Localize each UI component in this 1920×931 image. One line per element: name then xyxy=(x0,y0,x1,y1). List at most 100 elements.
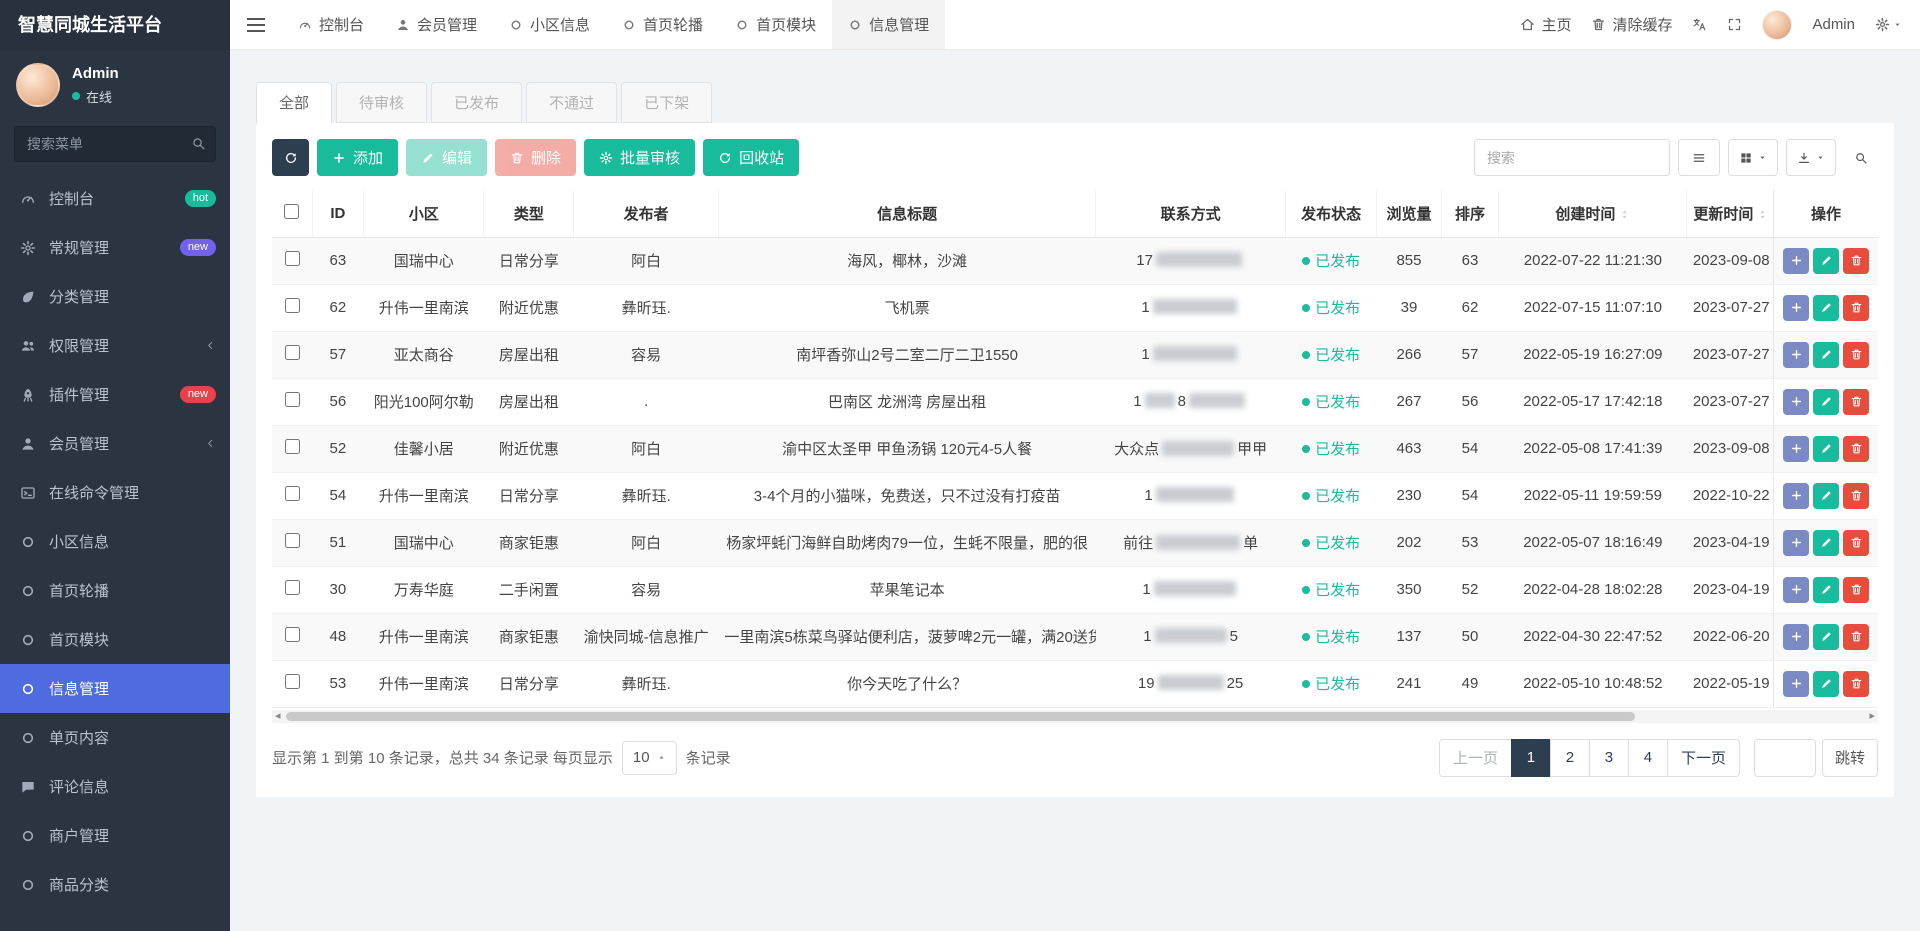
row-checkbox[interactable] xyxy=(285,533,300,548)
row-detail-button[interactable] xyxy=(1783,389,1809,415)
row-delete-button[interactable] xyxy=(1843,624,1869,650)
row-edit-button[interactable] xyxy=(1813,389,1839,415)
clear-cache-link[interactable]: 清除缓存 xyxy=(1591,14,1672,35)
filter-tab[interactable]: 已发布 xyxy=(431,82,522,123)
row-delete-button[interactable] xyxy=(1843,436,1869,462)
topnav-tab[interactable]: 首页轮播 xyxy=(606,0,719,49)
menu-toggle-button[interactable] xyxy=(230,0,282,50)
column-header[interactable]: 创建时间 xyxy=(1499,190,1687,237)
sidebar-item[interactable]: 控制台hot xyxy=(0,174,230,223)
page-number-button[interactable]: 4 xyxy=(1628,739,1668,777)
sidebar-item[interactable]: 常规管理new xyxy=(0,223,230,272)
row-edit-button[interactable] xyxy=(1813,483,1839,509)
filter-tab[interactable]: 不通过 xyxy=(526,82,617,123)
filter-tab[interactable]: 已下架 xyxy=(621,82,712,123)
row-delete-button[interactable] xyxy=(1843,248,1869,274)
sidebar-item[interactable]: 插件管理new xyxy=(0,370,230,419)
row-checkbox[interactable] xyxy=(285,392,300,407)
row-edit-button[interactable] xyxy=(1813,577,1839,603)
row-checkbox[interactable] xyxy=(285,580,300,595)
search-toggle-button[interactable] xyxy=(1844,139,1878,176)
row-edit-button[interactable] xyxy=(1813,671,1839,697)
jump-button[interactable]: 跳转 xyxy=(1822,739,1878,777)
navbar-avatar[interactable] xyxy=(1762,10,1792,40)
row-checkbox[interactable] xyxy=(285,439,300,454)
row-detail-button[interactable] xyxy=(1783,342,1809,368)
delete-button[interactable]: 删除 xyxy=(495,139,576,176)
add-button[interactable]: 添加 xyxy=(317,139,398,176)
settings-button[interactable] xyxy=(1875,17,1902,32)
row-checkbox[interactable] xyxy=(285,298,300,313)
row-edit-button[interactable] xyxy=(1813,530,1839,556)
home-link[interactable]: 主页 xyxy=(1520,14,1571,35)
row-checkbox[interactable] xyxy=(285,674,300,689)
horizontal-scrollbar[interactable]: ◂ ▸ xyxy=(272,710,1878,723)
row-delete-button[interactable] xyxy=(1843,389,1869,415)
next-page-button[interactable]: 下一页 xyxy=(1667,739,1740,777)
row-detail-button[interactable] xyxy=(1783,671,1809,697)
row-edit-button[interactable] xyxy=(1813,624,1839,650)
page-number-button[interactable]: 1 xyxy=(1511,739,1551,777)
select-all-checkbox[interactable] xyxy=(284,204,299,219)
row-delete-button[interactable] xyxy=(1843,577,1869,603)
sidebar-item[interactable]: 首页模块 xyxy=(0,615,230,664)
filter-tab[interactable]: 全部 xyxy=(256,82,332,124)
sidebar-item[interactable]: 小区信息 xyxy=(0,517,230,566)
row-edit-button[interactable] xyxy=(1813,436,1839,462)
row-delete-button[interactable] xyxy=(1843,483,1869,509)
sidebar-item[interactable]: 商户管理 xyxy=(0,811,230,860)
sidebar-item[interactable]: 权限管理 xyxy=(0,321,230,370)
page-number-button[interactable]: 3 xyxy=(1589,739,1629,777)
row-detail-button[interactable] xyxy=(1783,624,1809,650)
sidebar-item[interactable]: 单页内容 xyxy=(0,713,230,762)
batch-audit-button[interactable]: 批量审核 xyxy=(584,139,695,176)
filter-tab[interactable]: 待审核 xyxy=(336,82,427,123)
row-detail-button[interactable] xyxy=(1783,436,1809,462)
scroll-right-icon[interactable]: ▸ xyxy=(1869,710,1875,723)
language-button[interactable] xyxy=(1692,17,1707,32)
row-detail-button[interactable] xyxy=(1783,530,1809,556)
sidebar-item[interactable]: 会员管理 xyxy=(0,419,230,468)
edit-button[interactable]: 编辑 xyxy=(406,139,487,176)
page-size-dropdown[interactable]: 10 xyxy=(622,741,677,775)
sidebar-item[interactable]: 首页轮播 xyxy=(0,566,230,615)
sidebar-item[interactable]: 信息管理 xyxy=(0,664,230,713)
topnav-tab[interactable]: 首页模块 xyxy=(719,0,832,49)
column-header[interactable]: 更新时间 xyxy=(1687,190,1774,237)
topnav-tab[interactable]: 小区信息 xyxy=(493,0,606,49)
jump-page-input[interactable] xyxy=(1754,739,1816,777)
table-search-input[interactable] xyxy=(1474,139,1670,176)
columns-button[interactable] xyxy=(1728,139,1778,176)
scroll-left-icon[interactable]: ◂ xyxy=(275,710,281,723)
topnav-tab[interactable]: 控制台 xyxy=(282,0,380,49)
row-edit-button[interactable] xyxy=(1813,342,1839,368)
row-edit-button[interactable] xyxy=(1813,295,1839,321)
fullscreen-button[interactable] xyxy=(1727,17,1742,32)
topnav-tab[interactable]: 信息管理 xyxy=(832,0,945,49)
user-avatar[interactable] xyxy=(16,63,60,107)
recycle-bin-button[interactable]: 回收站 xyxy=(703,139,799,176)
prev-page-button[interactable]: 上一页 xyxy=(1439,739,1512,777)
toggle-view-button[interactable] xyxy=(1678,139,1720,176)
row-detail-button[interactable] xyxy=(1783,248,1809,274)
row-delete-button[interactable] xyxy=(1843,530,1869,556)
row-detail-button[interactable] xyxy=(1783,295,1809,321)
row-detail-button[interactable] xyxy=(1783,577,1809,603)
row-edit-button[interactable] xyxy=(1813,248,1839,274)
scrollbar-thumb[interactable] xyxy=(286,712,1635,721)
sidebar-item[interactable]: 分类管理 xyxy=(0,272,230,321)
topnav-tab[interactable]: 会员管理 xyxy=(380,0,493,49)
refresh-button[interactable] xyxy=(272,139,309,176)
export-button[interactable] xyxy=(1786,139,1836,176)
sidebar-item[interactable]: 评论信息 xyxy=(0,762,230,811)
row-detail-button[interactable] xyxy=(1783,483,1809,509)
menu-search-input[interactable] xyxy=(14,126,216,162)
sidebar-item[interactable]: 在线命令管理 xyxy=(0,468,230,517)
row-checkbox[interactable] xyxy=(285,627,300,642)
page-number-button[interactable]: 2 xyxy=(1550,739,1590,777)
row-delete-button[interactable] xyxy=(1843,342,1869,368)
row-delete-button[interactable] xyxy=(1843,671,1869,697)
sidebar-item[interactable]: 商品分类 xyxy=(0,860,230,909)
row-checkbox[interactable] xyxy=(285,251,300,266)
row-delete-button[interactable] xyxy=(1843,295,1869,321)
